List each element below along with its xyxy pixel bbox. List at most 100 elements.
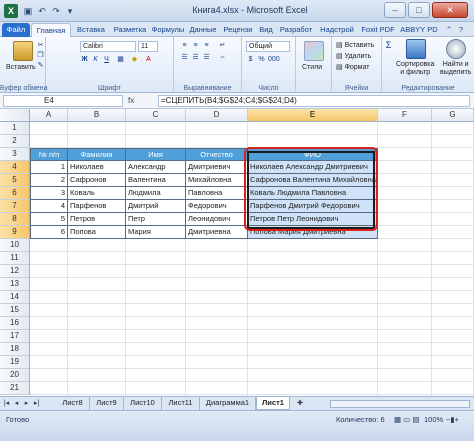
align-middle-icon[interactable]: ≡ bbox=[191, 41, 200, 50]
font-color-icon[interactable]: A bbox=[144, 55, 153, 64]
table-cell[interactable]: Коваль bbox=[68, 187, 126, 200]
percent-icon[interactable]: % bbox=[257, 55, 266, 64]
format-painter-icon[interactable]: ✎ bbox=[36, 61, 45, 70]
table-cell[interactable]: Петр bbox=[126, 213, 186, 226]
row-header-6[interactable]: 6 bbox=[0, 187, 30, 200]
table-header-cell[interactable]: Отчество bbox=[186, 148, 248, 161]
zoom-slider[interactable]: −▮+ bbox=[446, 415, 459, 424]
thousands-icon[interactable]: 000 bbox=[268, 55, 280, 64]
insert-function-icon[interactable]: fx bbox=[128, 95, 156, 107]
row-header-15[interactable]: 15 bbox=[0, 304, 30, 317]
merge-cells-icon[interactable]: ⇔ bbox=[218, 53, 227, 62]
bold-icon[interactable]: Ж bbox=[80, 55, 89, 64]
table-cell[interactable]: Дмитрий bbox=[126, 200, 186, 213]
table-cell[interactable]: Павловна bbox=[186, 187, 248, 200]
tab-developer[interactable]: Разработ bbox=[276, 23, 316, 37]
row-header-14[interactable]: 14 bbox=[0, 291, 30, 304]
table-cell[interactable]: 1 bbox=[30, 161, 68, 174]
minimize-button[interactable]: – bbox=[384, 2, 406, 18]
close-button[interactable]: ✕ bbox=[432, 2, 468, 18]
row-header-18[interactable]: 18 bbox=[0, 343, 30, 356]
align-left-icon[interactable]: ☰ bbox=[180, 53, 189, 62]
customize-toolbar-icon[interactable]: ▾ bbox=[64, 5, 76, 17]
select-all-corner[interactable] bbox=[0, 109, 30, 122]
paste-icon[interactable] bbox=[13, 41, 33, 61]
tab-home[interactable]: Главная bbox=[31, 23, 71, 37]
column-header-f[interactable]: F bbox=[378, 109, 432, 122]
prev-sheet-icon[interactable]: ◂ bbox=[12, 399, 21, 409]
row-header-1[interactable]: 1 bbox=[0, 122, 30, 135]
tab-view[interactable]: Вид bbox=[257, 23, 275, 37]
table-cell[interactable]: Александр bbox=[126, 161, 186, 174]
table-header-cell[interactable]: Фамилия bbox=[68, 148, 126, 161]
sheet-tab-list10[interactable]: Лист10 bbox=[124, 397, 162, 410]
tab-review[interactable]: Рецензи bbox=[220, 23, 256, 37]
table-cell[interactable]: Леонидович bbox=[186, 213, 248, 226]
row-header-13[interactable]: 13 bbox=[0, 278, 30, 291]
row-header-7[interactable]: 7 bbox=[0, 200, 30, 213]
font-name-select[interactable]: Calibri bbox=[80, 41, 136, 52]
align-center-icon[interactable]: ☰ bbox=[191, 53, 200, 62]
table-cell[interactable]: Михайловна bbox=[186, 174, 248, 187]
styles-icon[interactable] bbox=[304, 41, 324, 61]
row-header-21[interactable]: 21 bbox=[0, 382, 30, 395]
last-sheet-icon[interactable]: ▸| bbox=[32, 399, 41, 409]
table-cell[interactable]: Петров bbox=[68, 213, 126, 226]
column-header-d[interactable]: D bbox=[186, 109, 248, 122]
table-cell[interactable]: 4 bbox=[30, 200, 68, 213]
table-cell[interactable]: 3 bbox=[30, 187, 68, 200]
sheet-tab-list9[interactable]: Лист9 bbox=[90, 397, 124, 410]
sort-filter-icon[interactable] bbox=[406, 39, 426, 59]
row-header-4[interactable]: 4 bbox=[0, 161, 30, 174]
sheet-tab-list1[interactable]: Лист1 bbox=[256, 397, 290, 410]
sheet-tab-chart1[interactable]: Диаграмма1 bbox=[200, 397, 256, 410]
ribbon-collapse-icon[interactable]: ⌃ bbox=[444, 23, 454, 37]
undo-icon[interactable]: ↶ bbox=[36, 5, 48, 17]
sheet-tab-list8[interactable]: Лист8 bbox=[56, 397, 90, 410]
column-header-e[interactable]: E bbox=[248, 109, 378, 122]
excel-logo-icon[interactable]: X bbox=[4, 4, 18, 18]
borders-icon[interactable]: ▦ bbox=[116, 55, 125, 64]
insert-cells-button[interactable]: ▤ Вставить bbox=[336, 41, 374, 49]
table-cell[interactable]: Попова bbox=[68, 226, 126, 239]
column-header-b[interactable]: B bbox=[68, 109, 126, 122]
table-cell[interactable]: 6 bbox=[30, 226, 68, 239]
format-cells-button[interactable]: ▤ Формат bbox=[336, 63, 369, 71]
sheet-tab-list11[interactable]: Лист11 bbox=[162, 397, 200, 410]
horizontal-scrollbar[interactable] bbox=[330, 400, 470, 408]
tab-abbyy-pdf[interactable]: ABBYY PD bbox=[399, 23, 439, 37]
row-header-11[interactable]: 11 bbox=[0, 252, 30, 265]
italic-icon[interactable]: К bbox=[91, 55, 100, 64]
row-header-9[interactable]: 9 bbox=[0, 226, 30, 239]
sort-filter-button[interactable]: Сортировка и фильтр bbox=[396, 61, 434, 77]
align-top-icon[interactable]: ≡ bbox=[180, 41, 189, 50]
tab-addins[interactable]: Надстрой bbox=[317, 23, 357, 37]
maximize-button[interactable]: □ bbox=[408, 2, 430, 18]
table-cell[interactable]: 2 bbox=[30, 174, 68, 187]
copy-icon[interactable]: ❐ bbox=[36, 51, 45, 60]
zoom-level[interactable]: 100% bbox=[424, 415, 443, 424]
delete-cells-button[interactable]: ▤ Удалить bbox=[336, 52, 371, 60]
table-cell[interactable]: Мария bbox=[126, 226, 186, 239]
tab-insert[interactable]: Вставка bbox=[72, 23, 110, 37]
row-header-19[interactable]: 19 bbox=[0, 356, 30, 369]
table-cell[interactable]: 5 bbox=[30, 213, 68, 226]
table-header-cell[interactable]: Имя bbox=[126, 148, 186, 161]
save-icon[interactable]: ▣ bbox=[22, 5, 34, 17]
column-header-g[interactable]: G bbox=[432, 109, 474, 122]
column-header-a[interactable]: A bbox=[30, 109, 68, 122]
row-header-20[interactable]: 20 bbox=[0, 369, 30, 382]
currency-icon[interactable]: $ bbox=[246, 55, 255, 64]
first-sheet-icon[interactable]: |◂ bbox=[2, 399, 11, 409]
number-format-select[interactable]: Общий bbox=[246, 41, 290, 52]
row-header-2[interactable]: 2 bbox=[0, 135, 30, 148]
table-cell[interactable]: Сафронов bbox=[68, 174, 126, 187]
row-header-3[interactable]: 3 bbox=[0, 148, 30, 161]
table-cell[interactable]: Николаев bbox=[68, 161, 126, 174]
cut-icon[interactable]: ✂ bbox=[36, 41, 45, 50]
paste-button[interactable]: Вставить bbox=[6, 64, 36, 71]
next-sheet-icon[interactable]: ▸ bbox=[22, 399, 31, 409]
row-header-17[interactable]: 17 bbox=[0, 330, 30, 343]
formula-input[interactable]: =СЦЕПИТЬ(B4;$G$24;C4;$G$24;D4) bbox=[158, 95, 470, 107]
redo-icon[interactable]: ↷ bbox=[50, 5, 62, 17]
